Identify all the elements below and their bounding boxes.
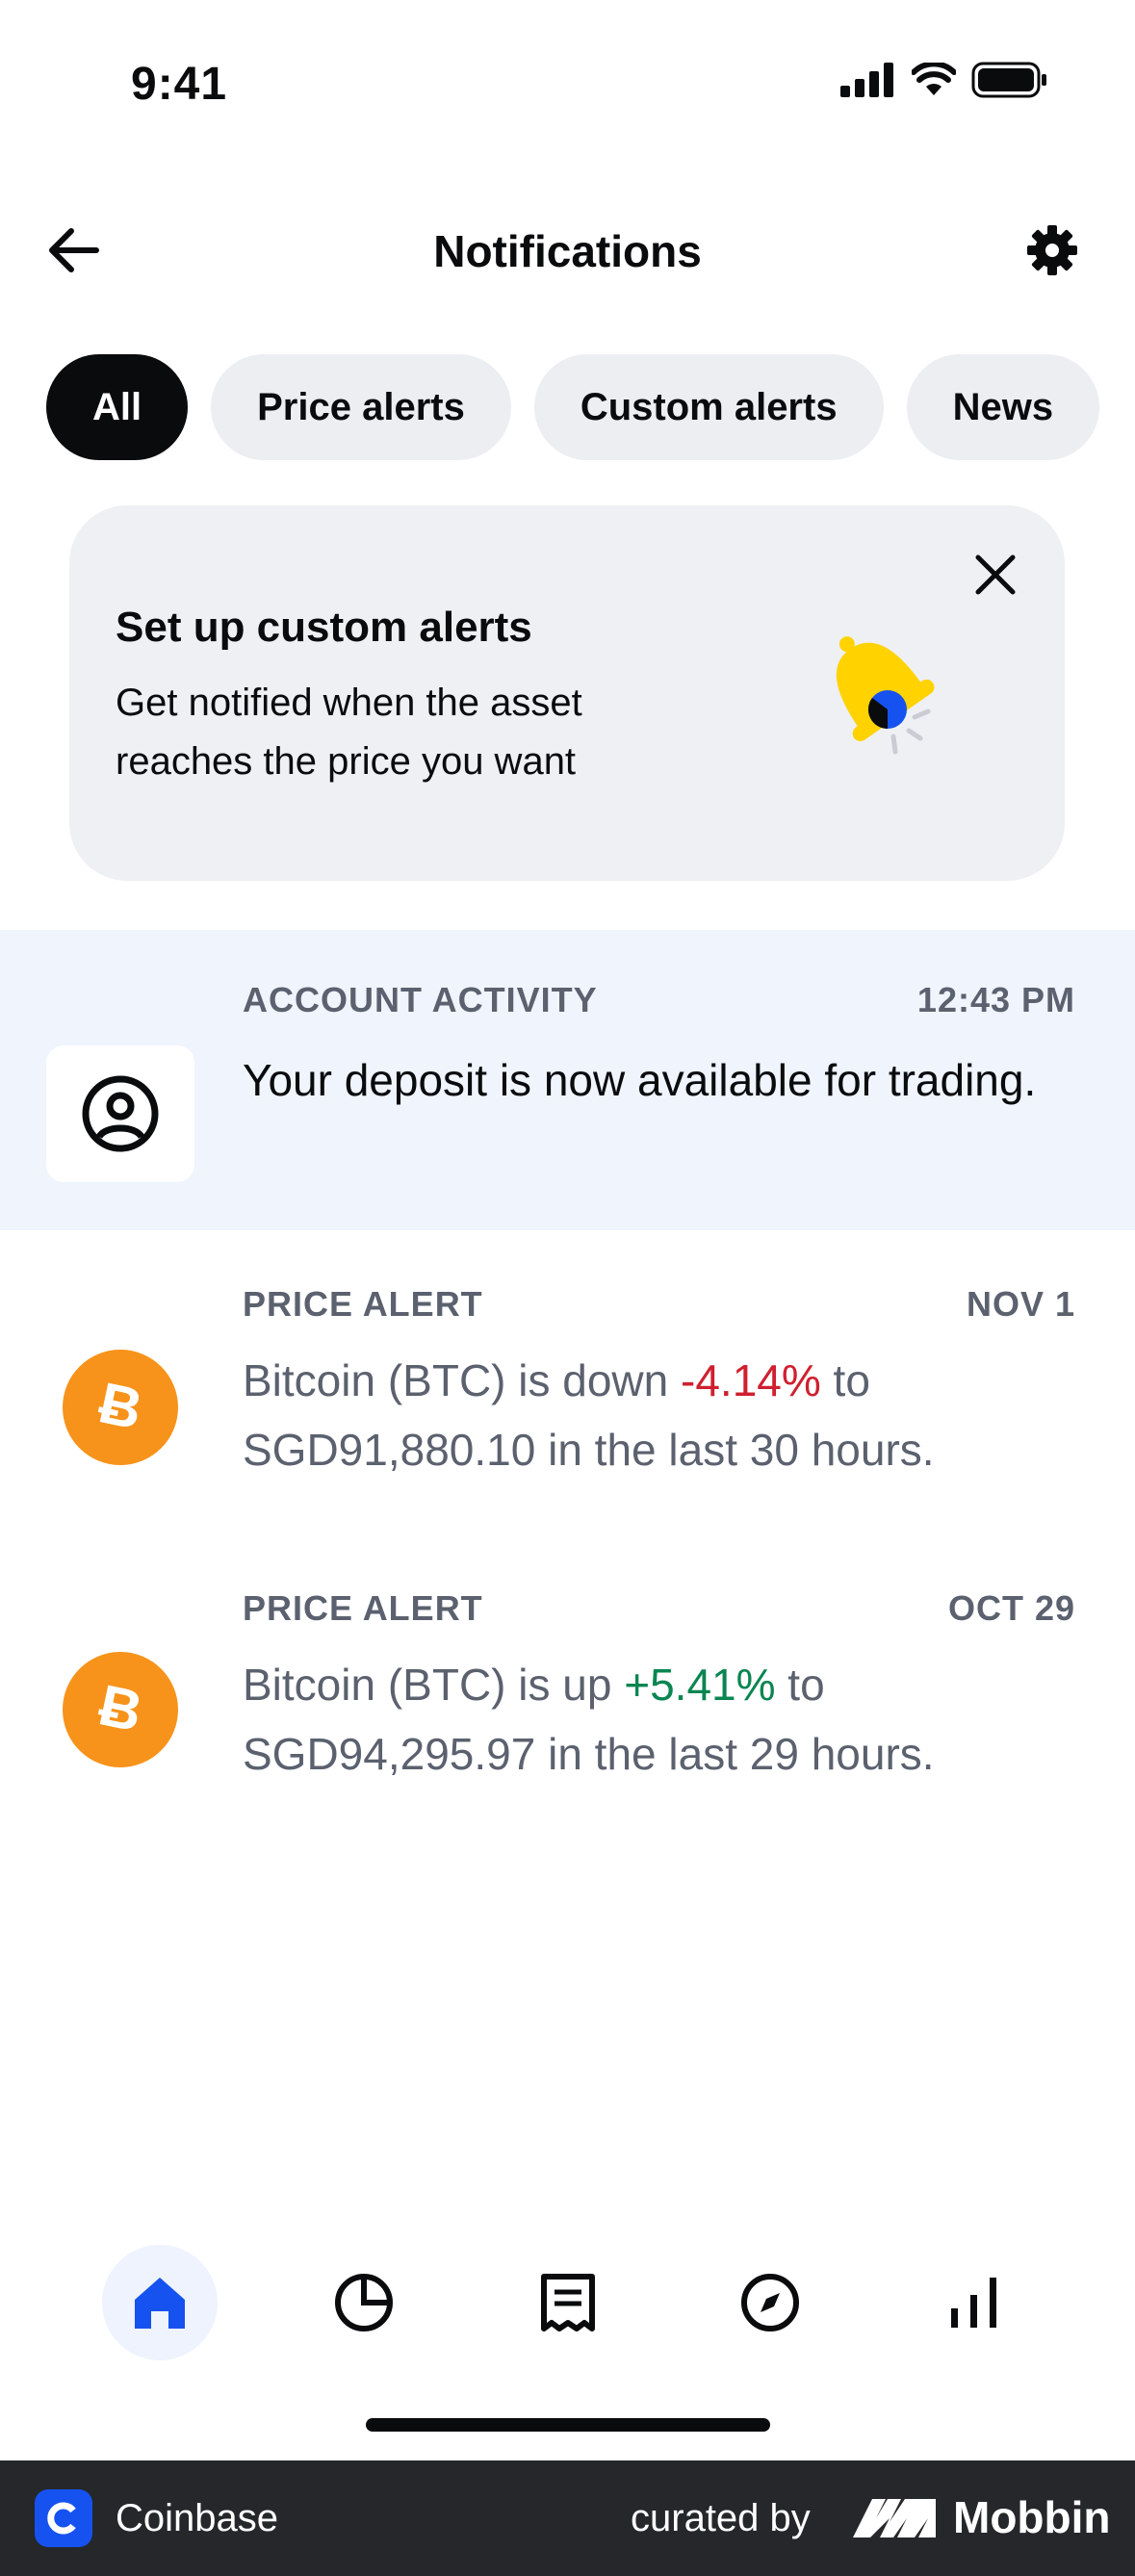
- filter-chip-price-alerts[interactable]: Price alerts: [211, 354, 511, 460]
- bar-chart-icon: [951, 2278, 996, 2328]
- footer-brand: Mobbin: [953, 2492, 1111, 2542]
- gear-icon: [1027, 225, 1077, 275]
- nav-portfolio[interactable]: [306, 2245, 422, 2360]
- footer-curated-by: curated by: [631, 2497, 811, 2539]
- notification-time: 12:43 PM: [916, 980, 1075, 1019]
- home-icon: [135, 2278, 185, 2329]
- page-title: Notifications: [433, 226, 702, 276]
- battery-icon: [971, 62, 1046, 98]
- receipt-icon: [541, 2274, 595, 2331]
- account-activity-icon-tile: [46, 1045, 194, 1182]
- nav-home[interactable]: [102, 2245, 218, 2360]
- bitcoin-icon: Ƀ: [63, 1350, 178, 1465]
- pie-chart-icon: [335, 2274, 393, 2331]
- close-icon: [975, 554, 1016, 595]
- footer-app-name: Coinbase: [116, 2497, 279, 2539]
- notification-category: PRICE ALERT: [243, 1284, 483, 1324]
- notification-message: Bitcoin (BTC) is down -4.14% to SGD91,88…: [243, 1355, 935, 1475]
- price-change-positive: +5.41%: [624, 1660, 776, 1710]
- notification-category: ACCOUNT ACTIVITY: [243, 980, 598, 1019]
- home-indicator: [366, 2418, 770, 2432]
- promo-close-button[interactable]: [967, 546, 1024, 604]
- status-icons: [840, 62, 1048, 98]
- status-time: 9:41: [131, 59, 228, 110]
- settings-button[interactable]: [1025, 223, 1083, 281]
- custom-alerts-promo-card[interactable]: Set up custom alerts Get notified when t…: [69, 505, 1065, 881]
- filter-chip-all[interactable]: All: [46, 354, 189, 460]
- cellular-signal-icon: [840, 63, 893, 97]
- svg-text:Ƀ: Ƀ: [93, 1676, 147, 1743]
- notification-message: Bitcoin (BTC) is up +5.41% to SGD94,295.…: [243, 1660, 935, 1779]
- bell-illustration-icon: [837, 636, 935, 755]
- notification-category: PRICE ALERT: [243, 1588, 483, 1628]
- header: Notifications: [0, 202, 1135, 298]
- promo-title: Set up custom alerts: [116, 604, 532, 651]
- nav-explore[interactable]: [712, 2245, 828, 2360]
- mobbin-logo-icon: [853, 2499, 936, 2537]
- bitcoin-icon: Ƀ: [63, 1652, 178, 1767]
- nav-trade[interactable]: [916, 2245, 1032, 2360]
- bottom-nav: [0, 2243, 1135, 2368]
- coinbase-logo-icon: [35, 2489, 92, 2547]
- user-circle-icon: [82, 1075, 159, 1152]
- status-bar: 9:41: [0, 0, 1135, 164]
- notification-item[interactable]: PRICE ALERT OCT 29 Ƀ Bitcoin (BTC) is up…: [0, 1534, 1135, 1839]
- nav-transactions[interactable]: [510, 2245, 626, 2360]
- notification-time: OCT 29: [947, 1588, 1075, 1628]
- price-change-negative: -4.14%: [681, 1355, 821, 1405]
- filter-chip-custom-alerts[interactable]: Custom alerts: [533, 354, 884, 460]
- notification-item[interactable]: PRICE ALERT NOV 1 Ƀ Bitcoin (BTC) is dow…: [0, 1230, 1135, 1534]
- compass-icon: [741, 2274, 799, 2331]
- promo-body: Get notified when the asset reaches the …: [116, 682, 582, 783]
- notification-item[interactable]: ACCOUNT ACTIVITY 12:43 PM Your deposit i…: [0, 930, 1135, 1230]
- svg-text:Ƀ: Ƀ: [93, 1374, 147, 1441]
- filter-chip-news[interactable]: News: [906, 354, 1100, 460]
- filter-chips: All Price alerts Custom alerts News: [46, 354, 1100, 460]
- notification-time: NOV 1: [966, 1284, 1075, 1324]
- wifi-icon: [912, 63, 956, 95]
- notification-message: Your deposit is now available for tradin…: [243, 1055, 1037, 1105]
- footer-bar: Coinbase curated by Mobbin: [0, 2460, 1135, 2576]
